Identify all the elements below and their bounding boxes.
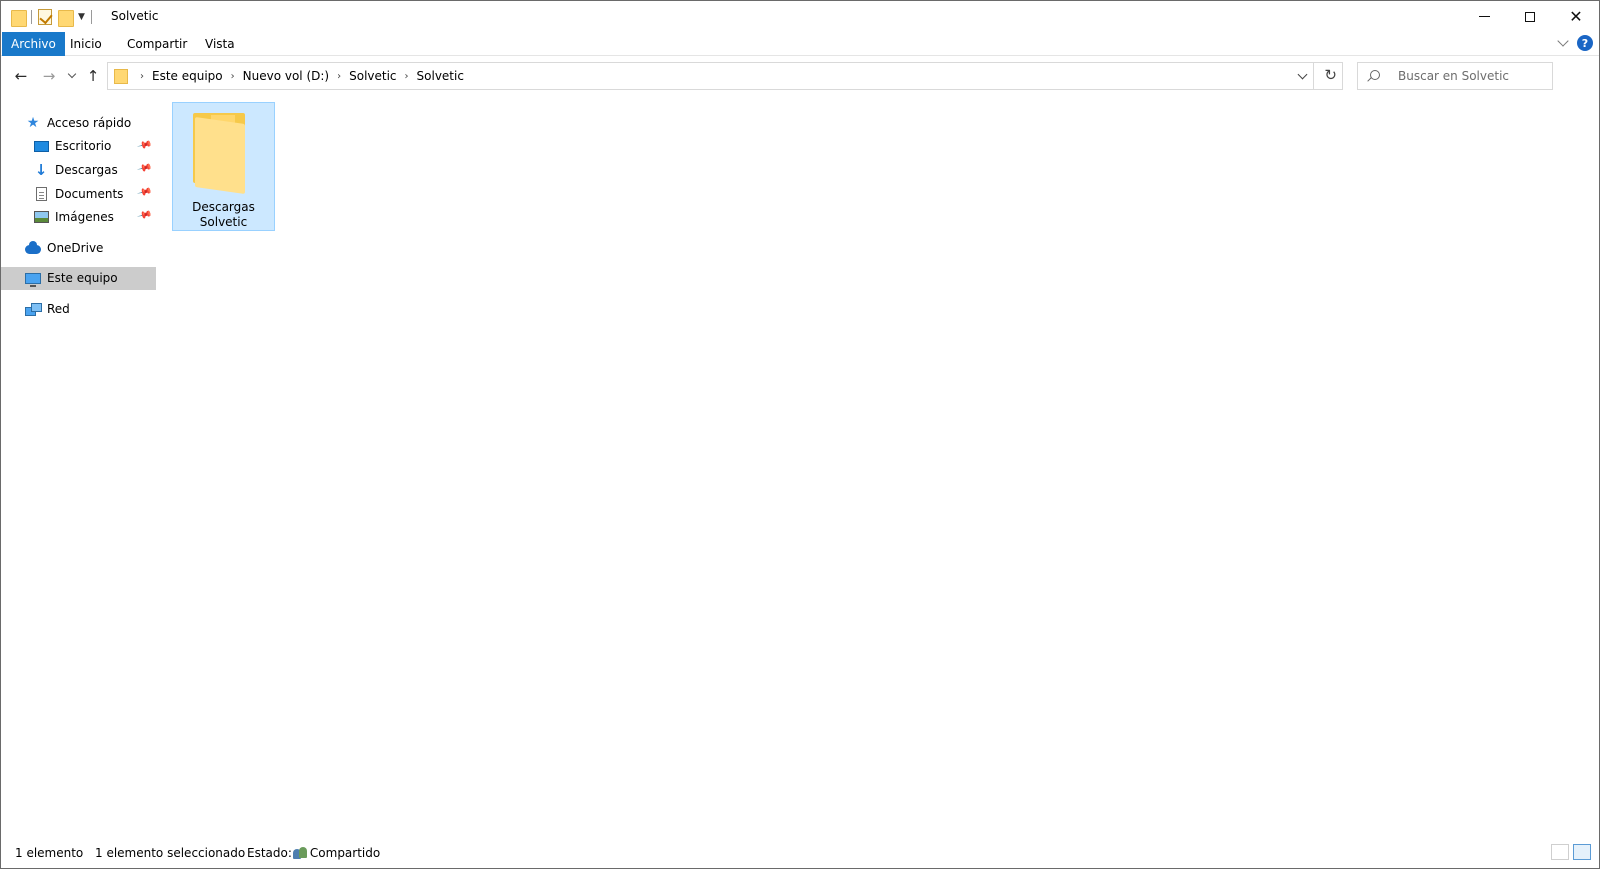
sidebar-item-onedrive[interactable]: OneDrive bbox=[1, 236, 156, 260]
sidebar-item-label: Imágenes bbox=[55, 210, 114, 225]
search-icon bbox=[1370, 70, 1380, 80]
documents-icon bbox=[33, 186, 49, 202]
window-title: Solvetic bbox=[111, 9, 159, 23]
folder-icon bbox=[114, 69, 128, 84]
ribbon-tabs: Archivo Inicio Compartir Vista ? bbox=[1, 32, 1599, 56]
tab-compartir[interactable]: Compartir bbox=[117, 32, 197, 56]
state-label: Estado: bbox=[247, 846, 292, 860]
expand-ribbon-icon[interactable] bbox=[1557, 35, 1569, 47]
address-divider bbox=[1313, 63, 1314, 89]
pin-icon[interactable]: 📌 bbox=[136, 208, 152, 224]
minimize-button[interactable] bbox=[1461, 1, 1507, 32]
breadcrumb-solvetic-current[interactable]: Solvetic bbox=[417, 69, 464, 83]
quick-access-toolbar: ▼ bbox=[11, 8, 92, 27]
status-bar: 1 elemento 1 elemento seleccionado Estad… bbox=[1, 838, 1599, 868]
state-info: Estado: Compartido bbox=[247, 846, 380, 860]
close-button[interactable]: ✕ bbox=[1553, 1, 1599, 32]
ribbon-right-controls: ? bbox=[1557, 35, 1593, 51]
window-controls: ✕ bbox=[1461, 1, 1599, 32]
chevron-right-icon[interactable]: › bbox=[337, 71, 341, 82]
address-bar[interactable]: › Este equipo › Nuevo vol (D:) › Solveti… bbox=[107, 62, 1343, 90]
item-count: 1 elemento bbox=[15, 846, 84, 860]
folder-name-line: Solvetic bbox=[199, 215, 248, 229]
toolbar-separator bbox=[90, 10, 92, 24]
new-folder-icon[interactable] bbox=[58, 9, 74, 27]
navigation-row: ← → ↑ › Este equipo › Nuevo vol (D:) › S… bbox=[1, 59, 1599, 93]
breadcrumb: › Este equipo › Nuevo vol (D:) › Solveti… bbox=[132, 69, 464, 83]
folder-name-line: Descargas bbox=[192, 200, 255, 214]
state-value: Compartido bbox=[309, 846, 381, 860]
sidebar-item-label: Acceso rápido bbox=[47, 115, 132, 130]
sidebar-item-descargas[interactable]: ↓ Descargas 📌 bbox=[1, 158, 156, 182]
file-list-view[interactable]: Descargas Solvetic bbox=[159, 97, 1599, 838]
tab-vista[interactable]: Vista bbox=[195, 32, 245, 56]
breadcrumb-nuevo-vol[interactable]: Nuevo vol (D:) bbox=[243, 69, 329, 83]
address-dropdown-icon[interactable] bbox=[1297, 69, 1308, 80]
folder-icon bbox=[193, 113, 249, 195]
chevron-right-icon[interactable]: › bbox=[231, 71, 235, 82]
tab-archivo[interactable]: Archivo bbox=[2, 32, 65, 56]
desktop-icon bbox=[33, 138, 49, 154]
back-button[interactable]: ← bbox=[11, 66, 31, 86]
sidebar-item-label: OneDrive bbox=[47, 240, 104, 255]
folder-item[interactable]: Descargas Solvetic bbox=[172, 102, 275, 231]
selection-count: 1 elemento seleccionado bbox=[95, 846, 246, 860]
sidebar-item-label: Escritorio bbox=[55, 139, 112, 154]
sidebar-item-label: Documents bbox=[55, 186, 124, 201]
sidebar-item-label: Este equipo bbox=[47, 271, 118, 286]
close-icon: ✕ bbox=[1569, 7, 1583, 26]
sidebar-item-label: Red bbox=[47, 301, 70, 316]
network-icon bbox=[25, 301, 42, 317]
pin-icon[interactable]: 📌 bbox=[136, 137, 152, 153]
title-bar: ▼ Solvetic ✕ bbox=[1, 1, 1599, 32]
pin-icon[interactable]: 📌 bbox=[136, 184, 152, 200]
sidebar-item-documents[interactable]: Documents 📌 bbox=[1, 182, 156, 206]
downloads-icon: ↓ bbox=[34, 160, 48, 179]
toolbar-separator bbox=[31, 10, 32, 24]
tab-inicio[interactable]: Inicio bbox=[60, 32, 112, 56]
help-icon[interactable]: ? bbox=[1577, 35, 1593, 51]
chevron-right-icon[interactable]: › bbox=[140, 71, 144, 82]
maximize-button[interactable] bbox=[1507, 1, 1553, 32]
pin-icon[interactable]: 📌 bbox=[136, 161, 152, 177]
large-icons-view-icon[interactable] bbox=[1573, 844, 1591, 860]
sidebar-item-escritorio[interactable]: Escritorio 📌 bbox=[1, 135, 156, 159]
customize-dropdown-icon[interactable]: ▼ bbox=[78, 12, 85, 22]
sidebar-item-acceso-rapido[interactable]: ★ Acceso rápido bbox=[1, 111, 156, 135]
star-icon: ★ bbox=[26, 114, 40, 131]
maximize-icon bbox=[1525, 11, 1535, 22]
details-view-icon[interactable] bbox=[1551, 844, 1569, 860]
forward-button[interactable]: → bbox=[39, 66, 59, 86]
onedrive-cloud-icon bbox=[25, 240, 41, 256]
explorer-window: ▼ Solvetic ✕ Archivo Inicio Compartir Vi… bbox=[0, 0, 1600, 869]
shared-users-icon bbox=[292, 846, 308, 859]
pictures-icon bbox=[33, 209, 49, 225]
computer-icon bbox=[25, 270, 41, 287]
search-placeholder: Buscar en Solvetic bbox=[1398, 69, 1510, 83]
sidebar-item-label: Descargas bbox=[55, 162, 118, 177]
arrow-left-icon: ← bbox=[14, 67, 28, 85]
refresh-icon[interactable]: ↻ bbox=[1324, 66, 1337, 84]
view-switcher bbox=[1551, 844, 1591, 860]
chevron-right-icon[interactable]: › bbox=[405, 71, 409, 82]
folder-name: Descargas Solvetic bbox=[173, 200, 274, 230]
sidebar-item-este-equipo[interactable]: Este equipo bbox=[1, 266, 156, 291]
search-input[interactable]: Buscar en Solvetic bbox=[1357, 62, 1553, 90]
breadcrumb-solvetic[interactable]: Solvetic bbox=[349, 69, 396, 83]
navigation-pane: ★ Acceso rápido Escritorio 📌 ↓ Descargas… bbox=[1, 111, 156, 321]
arrow-right-icon: → bbox=[42, 67, 56, 85]
breadcrumb-este-equipo[interactable]: Este equipo bbox=[152, 69, 223, 83]
properties-icon[interactable] bbox=[38, 9, 52, 25]
sidebar-item-red[interactable]: Red bbox=[1, 297, 156, 321]
folder-icon bbox=[11, 9, 27, 27]
minimize-icon bbox=[1478, 16, 1490, 17]
arrow-up-icon: ↑ bbox=[86, 67, 100, 85]
sidebar-item-imagenes[interactable]: Imágenes 📌 bbox=[1, 205, 156, 229]
up-button[interactable]: ↑ bbox=[83, 66, 103, 86]
recent-locations-dropdown[interactable] bbox=[67, 69, 77, 79]
